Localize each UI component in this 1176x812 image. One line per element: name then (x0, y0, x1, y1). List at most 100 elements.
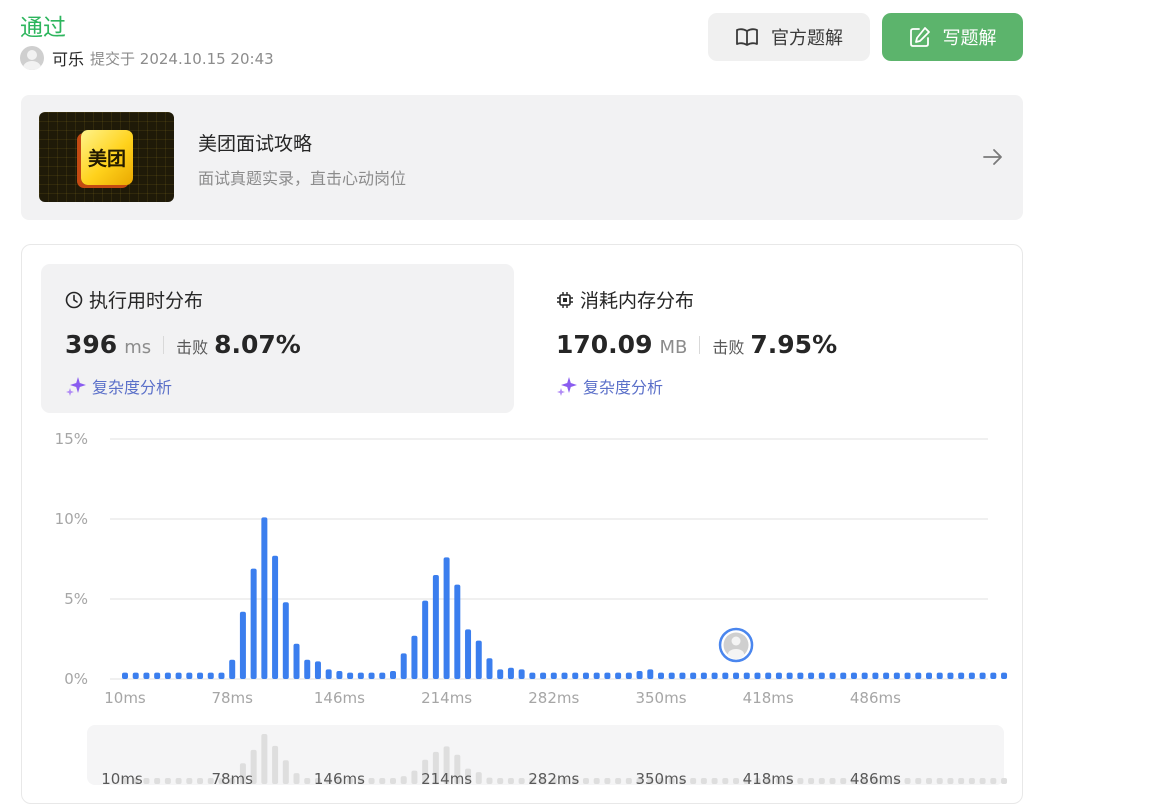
chart-bar (186, 672, 193, 679)
chart-bar (154, 672, 161, 679)
chart-bar (636, 671, 643, 679)
chart-bar (518, 669, 525, 679)
navigator-bar (593, 778, 600, 784)
chart-bar (550, 672, 557, 679)
chart-bar (229, 659, 236, 679)
chart-bar (829, 672, 836, 679)
navigator-bar (261, 734, 268, 784)
navigator-bar (582, 778, 589, 784)
navigator-bar (947, 778, 954, 784)
navigator-bar (733, 778, 740, 784)
chart-bar (325, 669, 332, 679)
navigator-bar (615, 778, 622, 784)
runtime-distribution-chart[interactable]: 15% 10% 5% 0% 10ms 78ms 146ms 214ms 282ms 350ms 41… (0, 0, 1176, 812)
navigator-bar (518, 778, 525, 784)
chart-bar (754, 672, 761, 679)
navigator-bar (711, 778, 718, 784)
navigator-bar (690, 778, 697, 784)
chart-bar (765, 672, 772, 679)
chart-bar (625, 672, 632, 679)
chart-bar (582, 672, 589, 679)
chart-bar (979, 672, 986, 679)
chart-bar (529, 672, 536, 679)
chart-bar (658, 672, 664, 679)
chart-bar (690, 672, 697, 679)
chart-bar (840, 672, 847, 679)
chart-bar (700, 672, 707, 679)
chart-bar (197, 672, 204, 679)
chart-bar (572, 672, 579, 679)
chart-bar (497, 669, 504, 679)
chart-bar (432, 575, 439, 679)
chart-bar (314, 661, 321, 679)
chart-bar (390, 671, 396, 679)
chart-bar (411, 635, 418, 679)
chart-bar (250, 568, 257, 679)
x-tick-label: 418ms (743, 689, 794, 707)
navigator-tick-label: 10ms (101, 770, 143, 788)
navigator-bar (990, 778, 997, 784)
chart-bar (904, 672, 911, 679)
chart-bar (261, 517, 268, 679)
navigator-bar (475, 772, 482, 784)
chart-bar (400, 653, 407, 679)
navigator-bar (154, 778, 161, 784)
navigator-bar (272, 745, 279, 784)
chart-bar (540, 672, 547, 679)
chart-bar (872, 672, 879, 679)
user-marker-avatar-body (728, 649, 745, 659)
chart-bar (968, 672, 975, 679)
chart-bar (122, 672, 128, 679)
chart-bar (207, 672, 214, 679)
chart-bar (850, 672, 857, 679)
chart-bar (947, 672, 954, 679)
chart-bar (132, 672, 139, 679)
navigator-tick-label: 350ms (635, 770, 686, 788)
chart-bar (958, 672, 965, 679)
navigator-bar (186, 778, 193, 784)
chart-bar (422, 600, 429, 679)
chart-bar (507, 667, 514, 679)
chart-bar (593, 672, 600, 679)
x-tick-label: 10ms (104, 689, 146, 707)
chart-bar (893, 672, 900, 679)
chart-bar (454, 584, 461, 679)
user-marker-avatar-head (731, 636, 741, 646)
navigator-bar (700, 778, 707, 784)
navigator-bar (143, 778, 150, 784)
x-tick-label: 146ms (314, 689, 365, 707)
navigator-bar (840, 778, 847, 784)
navigator-bar (808, 778, 815, 784)
chart-bar (143, 672, 150, 679)
navigator-bar (904, 778, 911, 784)
x-tick-label: 350ms (635, 689, 686, 707)
x-tick-label: 282ms (528, 689, 579, 707)
chart-bar (668, 672, 675, 679)
chart-bar (679, 672, 686, 679)
chart-bar (1001, 672, 1008, 679)
chart-bar (743, 672, 750, 679)
navigator-bar (282, 760, 289, 784)
navigator-tick-label: 282ms (528, 770, 579, 788)
navigator-bar (507, 778, 514, 784)
navigator-tick-label: 146ms (314, 770, 365, 788)
x-tick-label: 486ms (850, 689, 901, 707)
chart-bar (357, 672, 364, 679)
chart-bar (786, 672, 793, 679)
navigator-tick-label: 418ms (743, 770, 794, 788)
chart-bar (797, 672, 804, 679)
chart-bar (808, 672, 815, 679)
navigator-bar (968, 778, 975, 784)
chart-bar (239, 611, 246, 679)
chart-bar (647, 669, 654, 679)
y-tick-label: 10% (55, 510, 88, 528)
chart-bar (936, 672, 943, 679)
navigator-bar (486, 777, 493, 784)
chart-bar (347, 672, 354, 679)
y-tick-label: 15% (55, 430, 88, 448)
navigator-bar (197, 778, 204, 784)
chart-bar (304, 659, 311, 679)
x-tick-label: 78ms (211, 689, 253, 707)
chart-bar (218, 672, 225, 679)
y-tick-label: 0% (64, 670, 88, 688)
